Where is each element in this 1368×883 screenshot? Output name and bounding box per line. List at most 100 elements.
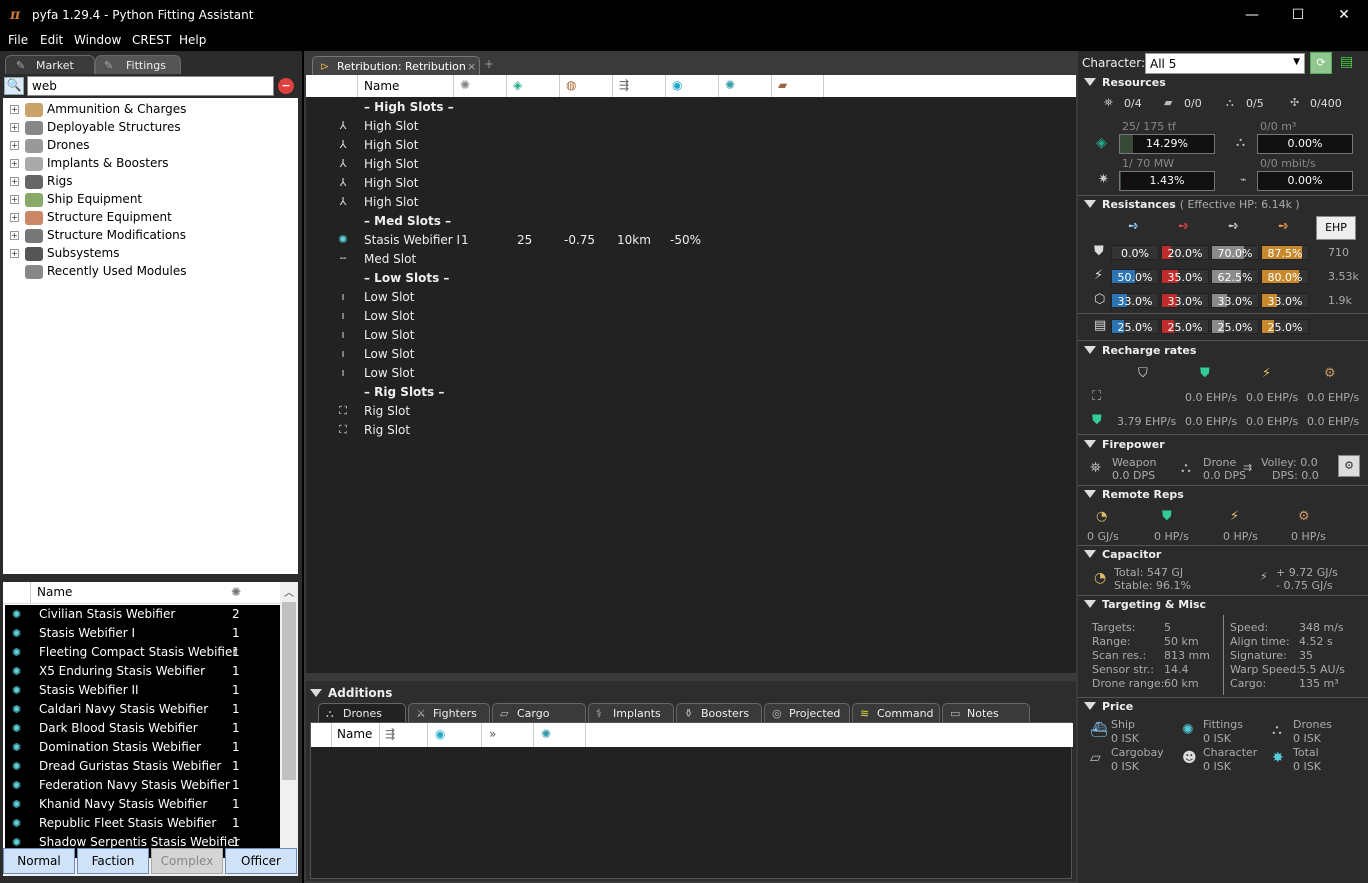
module-row[interactable]: ✺ Stasis Webifier I 1 (5, 624, 280, 643)
close-tab-icon[interactable]: × (467, 60, 476, 73)
menu-file[interactable]: File (8, 33, 28, 47)
empty-slot-row[interactable]: ı Low Slot (306, 288, 1076, 307)
meta-level-icon[interactable]: ✺ (231, 585, 241, 599)
empty-slot-row[interactable]: ⛶ Rig Slot (306, 402, 1076, 421)
empty-slot-row[interactable]: ╌ Med Slot (306, 250, 1076, 269)
expand-icon[interactable]: + (10, 231, 19, 240)
tree-item[interactable]: Recently Used Modules (3, 263, 298, 281)
tree-item[interactable]: + Drones (3, 137, 298, 155)
tab-cargo[interactable]: ▱ Cargo (492, 703, 586, 722)
falloff-icon[interactable]: ◉ (435, 727, 445, 741)
expand-icon[interactable]: + (10, 195, 19, 204)
column-powergrid[interactable]: ◍ (560, 75, 613, 97)
expand-icon[interactable]: + (10, 213, 19, 222)
meta-faction-button[interactable]: Faction (77, 848, 149, 874)
tree-item[interactable]: + Deployable Structures (3, 119, 298, 137)
tab-notes[interactable]: ▭ Notes (942, 703, 1030, 722)
resistances-section-title[interactable]: Resistances ( Effective HP: 6.14k ) (1084, 198, 1300, 211)
close-button[interactable]: ✕ (1321, 0, 1367, 31)
empty-slot-row[interactable]: ⅄ High Slot (306, 174, 1076, 193)
module-row[interactable]: ✺ Domination Stasis Webifier 1 (5, 738, 280, 757)
column-cpu[interactable]: ◈ (507, 75, 560, 97)
module-row[interactable]: ✺ Dread Guristas Stasis Webifier 1 (5, 757, 280, 776)
module-row[interactable]: ✺ Dark Blood Stasis Webifier 1 (5, 719, 280, 738)
column-effect[interactable]: ✺ (719, 75, 772, 97)
column-charge[interactable]: ▰ (772, 75, 824, 97)
empty-slot-row[interactable]: ⛶ Rig Slot (306, 421, 1076, 440)
menu-help[interactable]: Help (179, 33, 206, 47)
expand-icon[interactable]: + (10, 141, 19, 150)
tree-item[interactable]: + Ammunition & Charges (3, 101, 298, 119)
tree-item[interactable]: + Implants & Boosters (3, 155, 298, 173)
expand-icon[interactable]: + (10, 123, 19, 132)
module-list-scrollbar[interactable]: ︿ ﹀ (280, 582, 298, 876)
tab-fighters[interactable]: ⚔ Fighters (408, 703, 490, 722)
add-tab-icon[interactable]: + (484, 57, 494, 71)
tab-projected[interactable]: ◎ Projected (764, 703, 850, 722)
tree-item[interactable]: + Ship Equipment (3, 191, 298, 209)
tab-fittings[interactable]: ✎ Fittings (95, 55, 181, 74)
module-row[interactable]: ✺ Republic Fleet Stasis Webifier 1 (5, 814, 280, 833)
empty-slot-row[interactable]: ı Low Slot (306, 307, 1076, 326)
character-editor-icon[interactable]: ▤ (1340, 54, 1360, 72)
collapse-icon[interactable] (310, 689, 322, 697)
expand-icon[interactable]: + (10, 105, 19, 114)
empty-slot-row[interactable]: ⅄ High Slot (306, 136, 1076, 155)
expand-icon[interactable]: + (10, 177, 19, 186)
market-search-input[interactable]: web (27, 76, 274, 96)
meta-officer-button[interactable]: Officer (225, 848, 297, 874)
range-icon[interactable]: ⇶ (385, 727, 395, 741)
empty-slot-row[interactable]: ⅄ High Slot (306, 117, 1076, 136)
module-row[interactable]: ✺ Stasis Webifier II 1 (5, 681, 280, 700)
refresh-character-icon[interactable]: ⟳ (1310, 52, 1332, 74)
tab-drones[interactable]: ⛬ Drones (318, 703, 406, 722)
column-header-name[interactable]: Name (37, 585, 72, 599)
fitted-module-row[interactable]: ✺ Stasis Webifier I 1 25 -0.75 10km -50% (306, 231, 1076, 250)
scroll-up-icon[interactable]: ︿ (284, 584, 294, 599)
clear-search-icon[interactable]: − (278, 78, 294, 94)
dps-settings-icon[interactable]: ⚙ (1338, 455, 1360, 477)
tab-market[interactable]: ✎ Market (5, 55, 95, 74)
tab-implants[interactable]: ⚕ Implants (588, 703, 674, 722)
tree-item[interactable]: + Subsystems (3, 245, 298, 263)
meta-normal-button[interactable]: Normal (3, 848, 75, 874)
minimize-button[interactable]: — (1229, 0, 1275, 31)
tree-item[interactable]: + Rigs (3, 173, 298, 191)
character-select[interactable]: All 5 ▼ (1145, 53, 1305, 74)
firepower-section-title[interactable]: Firepower (1084, 438, 1165, 451)
capacitor-section-title[interactable]: Capacitor (1084, 548, 1161, 561)
column-range[interactable]: ⇶ (613, 75, 666, 97)
module-row[interactable]: ✺ Federation Navy Stasis Webifier 1 (5, 776, 280, 795)
module-row[interactable]: ✺ Caldari Navy Stasis Webifier 1 (5, 700, 280, 719)
empty-slot-row[interactable]: ı Low Slot (306, 364, 1076, 383)
empty-slot-row[interactable]: ⅄ High Slot (306, 193, 1076, 212)
tab-fit[interactable]: ⊳ Retribution: Retribution fit × (312, 56, 480, 86)
targeting-section-title[interactable]: Targeting & Misc (1084, 598, 1206, 611)
tab-command[interactable]: ≋ Command (852, 703, 940, 722)
recharge-section-title[interactable]: Recharge rates (1084, 344, 1196, 357)
column-header-name[interactable]: Name (337, 727, 372, 741)
column-falloff[interactable]: ◉ (666, 75, 719, 97)
speed-icon[interactable]: » (489, 727, 496, 741)
module-row[interactable]: ✺ Fleeting Compact Stasis Webifier 1 (5, 643, 280, 662)
expand-icon[interactable]: + (10, 159, 19, 168)
empty-slot-row[interactable]: ı Low Slot (306, 345, 1076, 364)
meta-complex-button[interactable]: Complex (151, 848, 223, 874)
tree-item[interactable]: + Structure Modifications (3, 227, 298, 245)
scroll-thumb[interactable] (282, 602, 296, 780)
ehp-toggle-button[interactable]: EHP (1316, 216, 1356, 240)
column-meta[interactable]: ✺ (454, 75, 507, 97)
tree-item[interactable]: + Structure Equipment (3, 209, 298, 227)
tab-boosters[interactable]: ⚱ Boosters (676, 703, 762, 722)
menu-edit[interactable]: Edit (40, 33, 63, 47)
expand-icon[interactable]: + (10, 249, 19, 258)
maximize-button[interactable]: ☐ (1275, 0, 1321, 31)
remote-reps-section-title[interactable]: Remote Reps (1084, 488, 1184, 501)
module-row[interactable]: ✺ X5 Enduring Stasis Webifier 1 (5, 662, 280, 681)
effect-icon[interactable]: ✺ (541, 727, 551, 741)
module-row[interactable]: ✺ Khanid Navy Stasis Webifier 1 (5, 795, 280, 814)
menu-crest[interactable]: CREST (132, 33, 171, 47)
module-row[interactable]: ✺ Civilian Stasis Webifier 2 (5, 605, 280, 624)
price-section-title[interactable]: Price (1084, 700, 1133, 713)
empty-slot-row[interactable]: ⅄ High Slot (306, 155, 1076, 174)
